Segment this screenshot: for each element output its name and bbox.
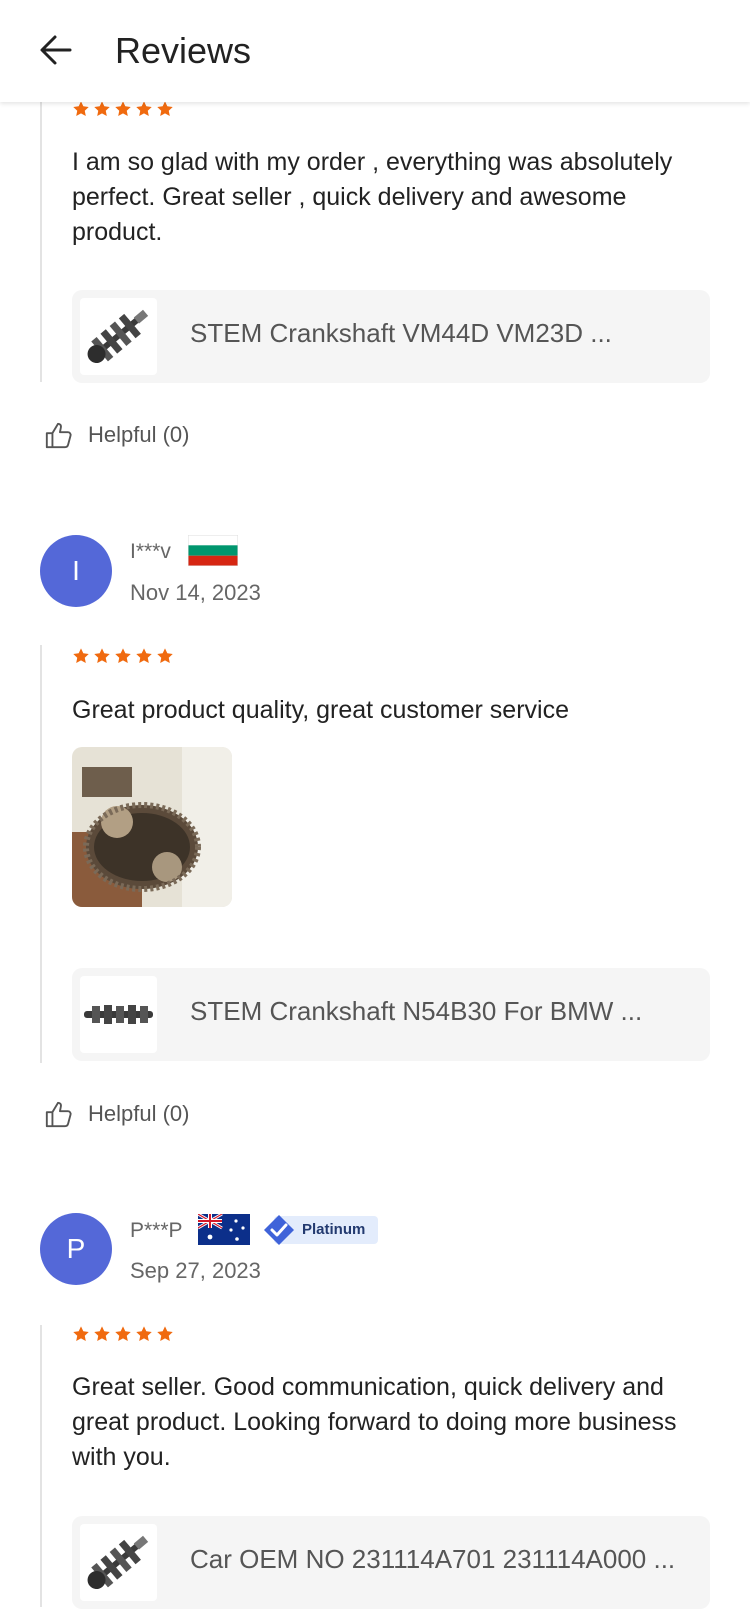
product-card[interactable]: STEM Crankshaft VM44D VM23D ...	[72, 290, 710, 383]
review-divider-rail	[40, 1325, 42, 1607]
star-icon	[114, 100, 132, 118]
rating-stars	[72, 1325, 174, 1345]
review-text: Great seller. Good communication, quick …	[72, 1373, 677, 1471]
review-date: Nov 14, 2023	[130, 580, 261, 605]
review-text: I am so glad with my order , everything …	[72, 148, 673, 246]
helpful-label: Helpful (0)	[88, 422, 190, 447]
page-title: Reviews	[115, 30, 252, 71]
star-icon	[72, 647, 90, 665]
app-header: Reviews	[0, 0, 750, 102]
verified-check-icon	[264, 1215, 294, 1245]
arrow-left-icon	[40, 35, 72, 65]
avatar: P	[40, 1213, 112, 1285]
star-icon	[135, 100, 153, 118]
badge-label: Platinum	[302, 1221, 366, 1238]
review-text: Great product quality, great customer se…	[72, 696, 569, 724]
product-title: STEM Crankshaft N54B30 For BMW ...	[190, 996, 643, 1026]
star-icon	[135, 1325, 153, 1343]
star-icon	[93, 647, 111, 665]
reviewer-name: I***v	[130, 540, 171, 563]
reviewer-name: P***P	[130, 1219, 183, 1242]
product-title: STEM Crankshaft VM44D VM23D ...	[190, 318, 612, 348]
star-icon	[135, 647, 153, 665]
product-thumbnail	[80, 1524, 157, 1601]
review-photo[interactable]	[72, 747, 232, 907]
star-icon	[72, 100, 90, 118]
star-icon	[93, 100, 111, 118]
product-card[interactable]: STEM Crankshaft N54B30 For BMW ...	[72, 968, 710, 1061]
crankshaft-thumbnail-icon	[84, 1005, 153, 1024]
star-icon	[156, 647, 174, 665]
thumbs-up-icon	[44, 420, 74, 450]
crankshaft-photo-icon	[72, 747, 232, 907]
star-icon	[114, 1325, 132, 1343]
helpful-label: Helpful (0)	[88, 1101, 190, 1126]
review-divider-rail	[40, 102, 42, 382]
rating-stars	[72, 100, 174, 120]
crankshaft-thumbnail-icon	[80, 1524, 157, 1601]
crankshaft-thumbnail-icon	[80, 298, 157, 375]
star-icon	[114, 647, 132, 665]
back-button[interactable]	[30, 22, 82, 78]
rating-stars	[72, 647, 174, 667]
product-thumbnail	[80, 976, 157, 1053]
star-icon	[93, 1325, 111, 1343]
product-title: Car OEM NO 231114A701 231114A000 ...	[190, 1544, 676, 1574]
product-thumbnail	[80, 298, 157, 375]
review-divider-rail	[40, 645, 42, 1063]
thumbs-up-icon	[44, 1099, 74, 1129]
australia-flag-icon	[198, 1214, 250, 1245]
review-date: Sep 27, 2023	[130, 1258, 261, 1283]
product-card[interactable]: Car OEM NO 231114A701 231114A000 ...	[72, 1516, 710, 1609]
star-icon	[72, 1325, 90, 1343]
helpful-button[interactable]: Helpful (0)	[44, 1094, 189, 1134]
platinum-badge: Platinum	[262, 1215, 380, 1245]
avatar: I	[40, 535, 112, 607]
star-icon	[156, 1325, 174, 1343]
bulgaria-flag-icon	[188, 535, 238, 566]
helpful-button[interactable]: Helpful (0)	[44, 415, 189, 455]
star-icon	[156, 100, 174, 118]
